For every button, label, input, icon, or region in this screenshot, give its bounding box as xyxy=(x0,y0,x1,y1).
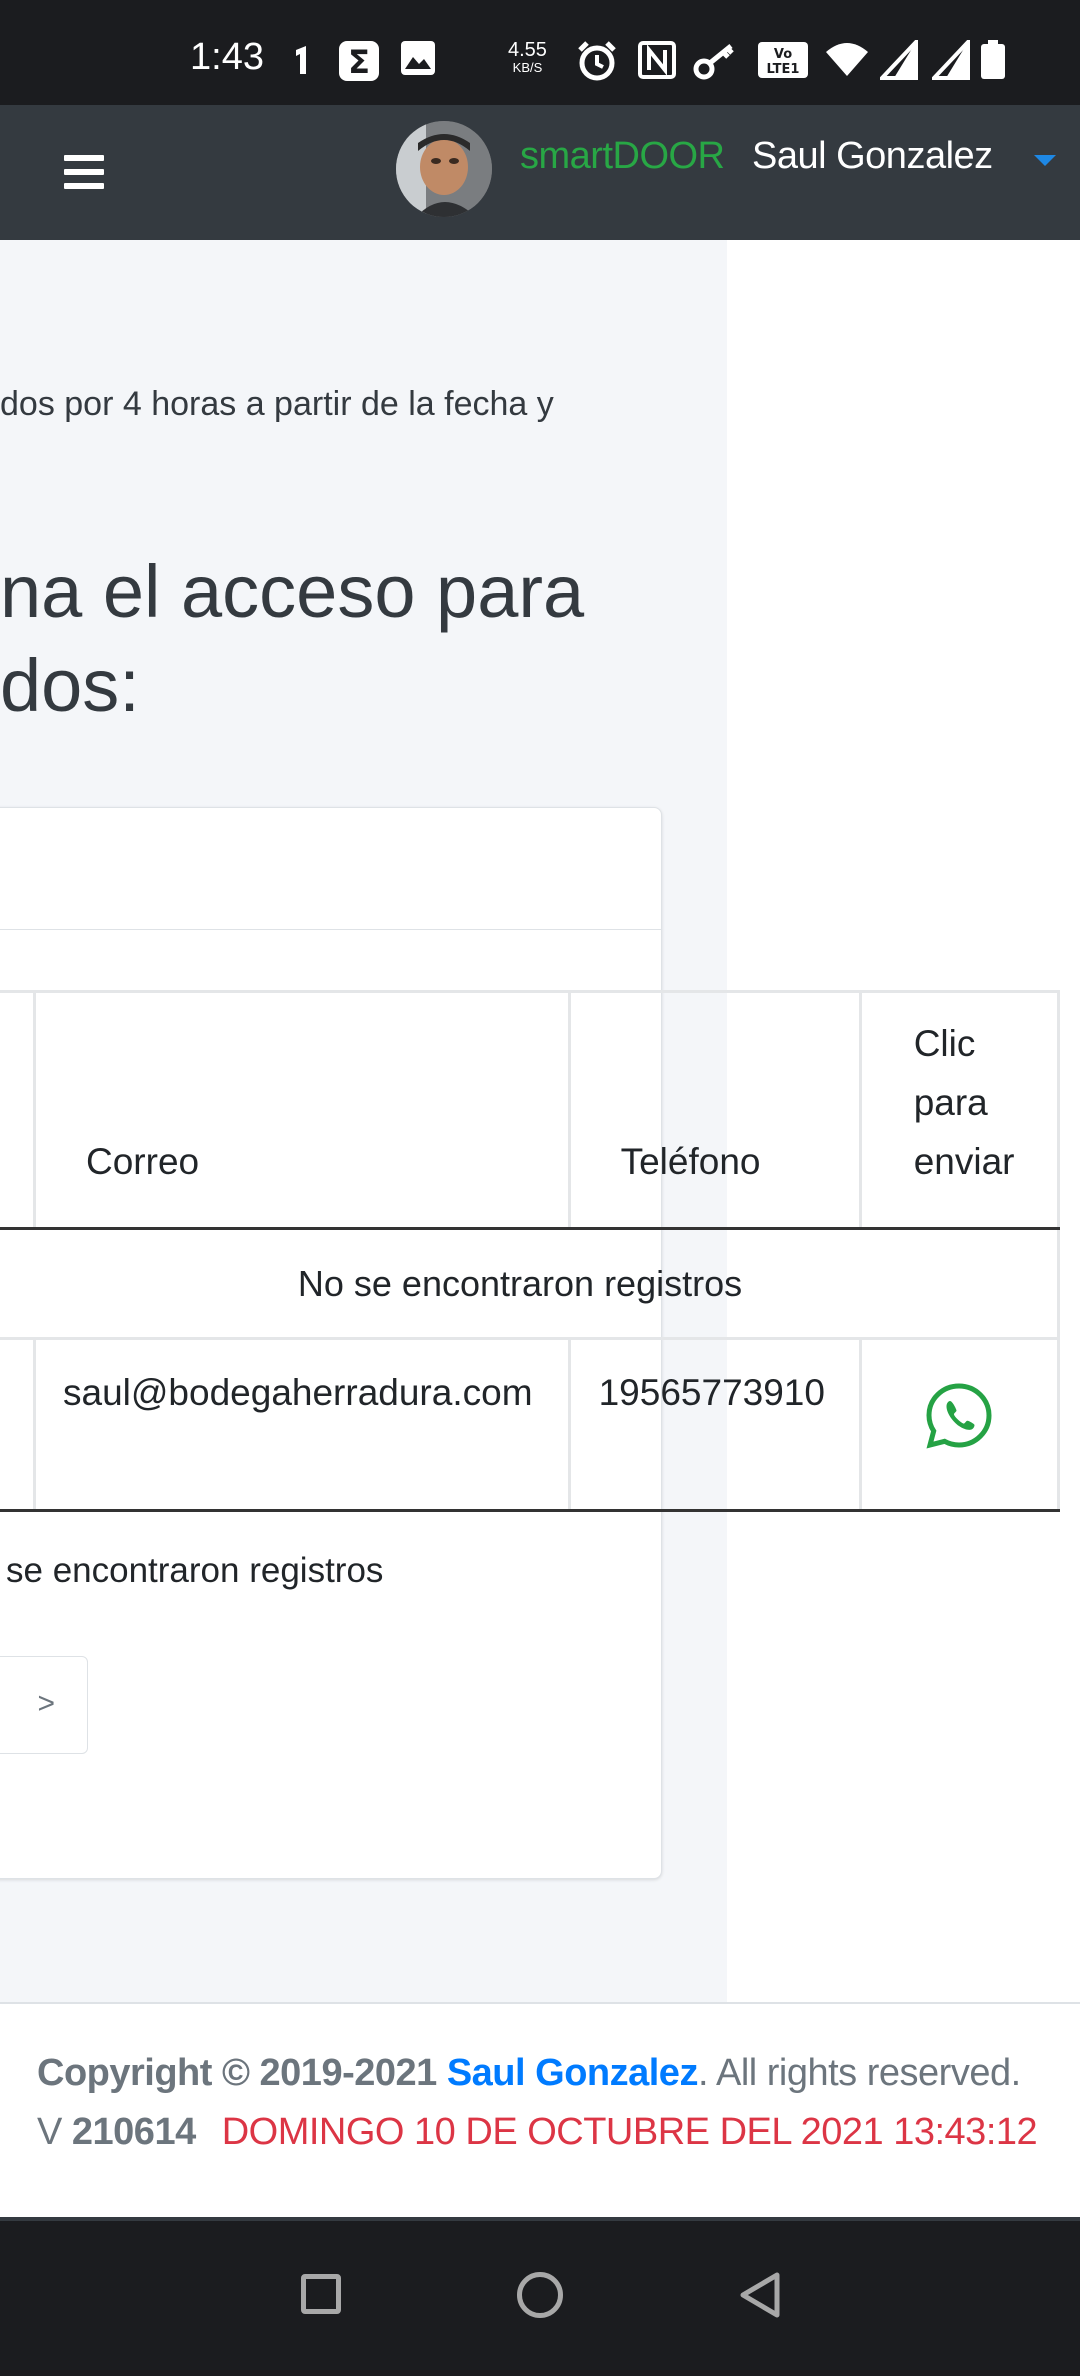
version-label: V xyxy=(37,2111,72,2153)
signal-icon xyxy=(877,36,920,80)
alarm-icon xyxy=(576,40,618,81)
avatar[interactable] xyxy=(396,121,492,217)
pagination-next-button[interactable]: > xyxy=(0,1656,88,1754)
volte-icon: Vo LTE1 xyxy=(756,40,810,80)
heading-line-2: dos: xyxy=(0,644,140,727)
table-row: saul@bodegaherradura.com 19565773910 xyxy=(0,1337,1061,1512)
signal-icon-2 xyxy=(929,36,972,80)
copyright-prefix: Copyright © 2019-2021 xyxy=(37,2052,447,2094)
table-header-correo: Correo xyxy=(33,990,571,1230)
back-icon[interactable] xyxy=(737,2271,783,2319)
version-line: V 210614 DOMINGO 10 DE OCTUBRE DEL 2021 1… xyxy=(37,2111,1038,2154)
page-heading: na el acceso para dos: xyxy=(0,545,584,733)
table-cell-blank xyxy=(0,1337,36,1512)
system-nav-bar xyxy=(0,2221,1080,2376)
battery-icon xyxy=(980,40,1006,80)
heading-line-1: na el acceso para xyxy=(0,550,585,633)
hamburger-icon[interactable] xyxy=(64,155,104,189)
table-header-telefono: Teléfono xyxy=(567,990,862,1230)
network-speed: 4.55 KB/S xyxy=(508,39,547,75)
svg-text:Vo: Vo xyxy=(774,47,792,62)
current-datetime: DOMINGO 10 DE OCTUBRE DEL 2021 13:43:12 xyxy=(221,2111,1038,2153)
recents-icon[interactable] xyxy=(301,2274,341,2314)
table-header-blank xyxy=(0,990,36,1230)
sigma-icon: Σ xyxy=(338,40,380,81)
notification-icon xyxy=(292,40,312,80)
copyright-line: Copyright © 2019-2021 Saul Gonzalez. All… xyxy=(37,2052,1021,2095)
table-header-row: Correo Teléfono Clic para enviar xyxy=(0,990,1061,1230)
home-icon[interactable] xyxy=(517,2272,563,2318)
empty-message: No se encontraron registros xyxy=(0,1227,1060,1340)
whatsapp-icon[interactable] xyxy=(923,1380,995,1461)
wifi-icon xyxy=(824,40,870,80)
intro-text: dos por 4 horas a partir de la fecha y xyxy=(0,385,554,423)
svg-text:Σ: Σ xyxy=(348,43,370,81)
table-info-text: se encontraron registros xyxy=(6,1551,384,1590)
invites-table: Correo Teléfono Clic para enviar No se e… xyxy=(0,990,1061,1512)
caret-down-icon[interactable] xyxy=(1034,155,1056,166)
table-header-clic: Clic para enviar xyxy=(858,990,1061,1230)
author-link[interactable]: Saul Gonzalez xyxy=(447,2052,699,2094)
table-row-empty: No se encontraron registros xyxy=(0,1227,1060,1340)
svg-text:LTE1: LTE1 xyxy=(767,62,800,77)
card-header-divider xyxy=(0,929,661,930)
page-footer: Copyright © 2019-2021 Saul Gonzalez. All… xyxy=(0,2002,1080,2217)
copyright-suffix: . All rights reserved. xyxy=(697,2052,1021,2094)
version-number: 210614 xyxy=(71,2111,196,2153)
table-cell-phone: 19565773910 xyxy=(567,1337,862,1512)
nfc-icon xyxy=(637,40,677,80)
status-bar: 1:43 Σ 4.55 KB/S Vo LTE1 xyxy=(0,0,1080,105)
table-cell-action xyxy=(858,1337,1061,1512)
user-name[interactable]: Saul Gonzalez xyxy=(752,135,993,178)
top-navbar: smartDOOR Saul Gonzalez xyxy=(0,105,1080,240)
image-icon xyxy=(400,40,436,80)
status-time: 1:43 xyxy=(190,36,264,78)
table-cell-email: saul@bodegaherradura.com xyxy=(33,1337,571,1512)
key-icon xyxy=(693,40,737,80)
brand-name[interactable]: smartDOOR xyxy=(520,135,725,178)
